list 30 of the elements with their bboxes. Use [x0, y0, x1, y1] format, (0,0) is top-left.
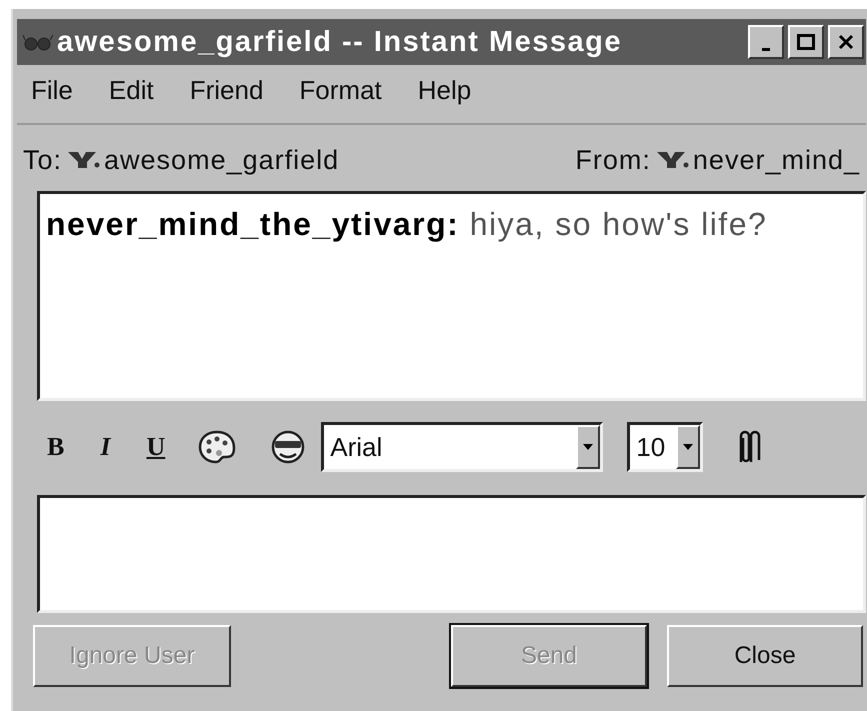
recipient-name: awesome_garfield [104, 144, 340, 176]
bold-button[interactable]: B [47, 432, 64, 462]
font-dropdown[interactable]: Arial [321, 422, 604, 472]
italic-button[interactable]: I [100, 432, 110, 462]
to-label: To: [23, 144, 62, 176]
maximize-icon [797, 34, 815, 50]
caret-icon [583, 444, 594, 450]
palette-icon[interactable] [197, 429, 238, 465]
underline-button[interactable]: U [146, 432, 166, 462]
minimize-button[interactable] [748, 25, 784, 59]
glasses-icon [23, 32, 53, 52]
maximize-button[interactable] [788, 25, 824, 59]
menu-item[interactable]: Edit [108, 75, 154, 123]
window-title: awesome_garfield -- Instant Message [57, 26, 623, 58]
chat-message: never_mind_the_ytivarg: hiya, so how's life? [46, 206, 768, 243]
menu-item[interactable]: File [31, 75, 73, 123]
y-logo-icon [654, 150, 689, 170]
menu-item[interactable]: Format [299, 75, 382, 123]
sender-name: never_mind_ [692, 144, 860, 176]
font-size-dropdown[interactable]: 10 [627, 422, 704, 472]
menu-item[interactable]: Help [418, 75, 472, 123]
message-input[interactable] [37, 495, 866, 613]
minimize-icon [762, 48, 770, 50]
menu-item[interactable]: Friend [190, 75, 264, 123]
from-label: From: [575, 144, 651, 176]
close-button[interactable] [828, 25, 864, 59]
y-logo-icon [66, 150, 100, 170]
close-icon [838, 34, 854, 50]
caret-icon [683, 444, 694, 450]
dialog-button[interactable]: Close [667, 625, 863, 687]
